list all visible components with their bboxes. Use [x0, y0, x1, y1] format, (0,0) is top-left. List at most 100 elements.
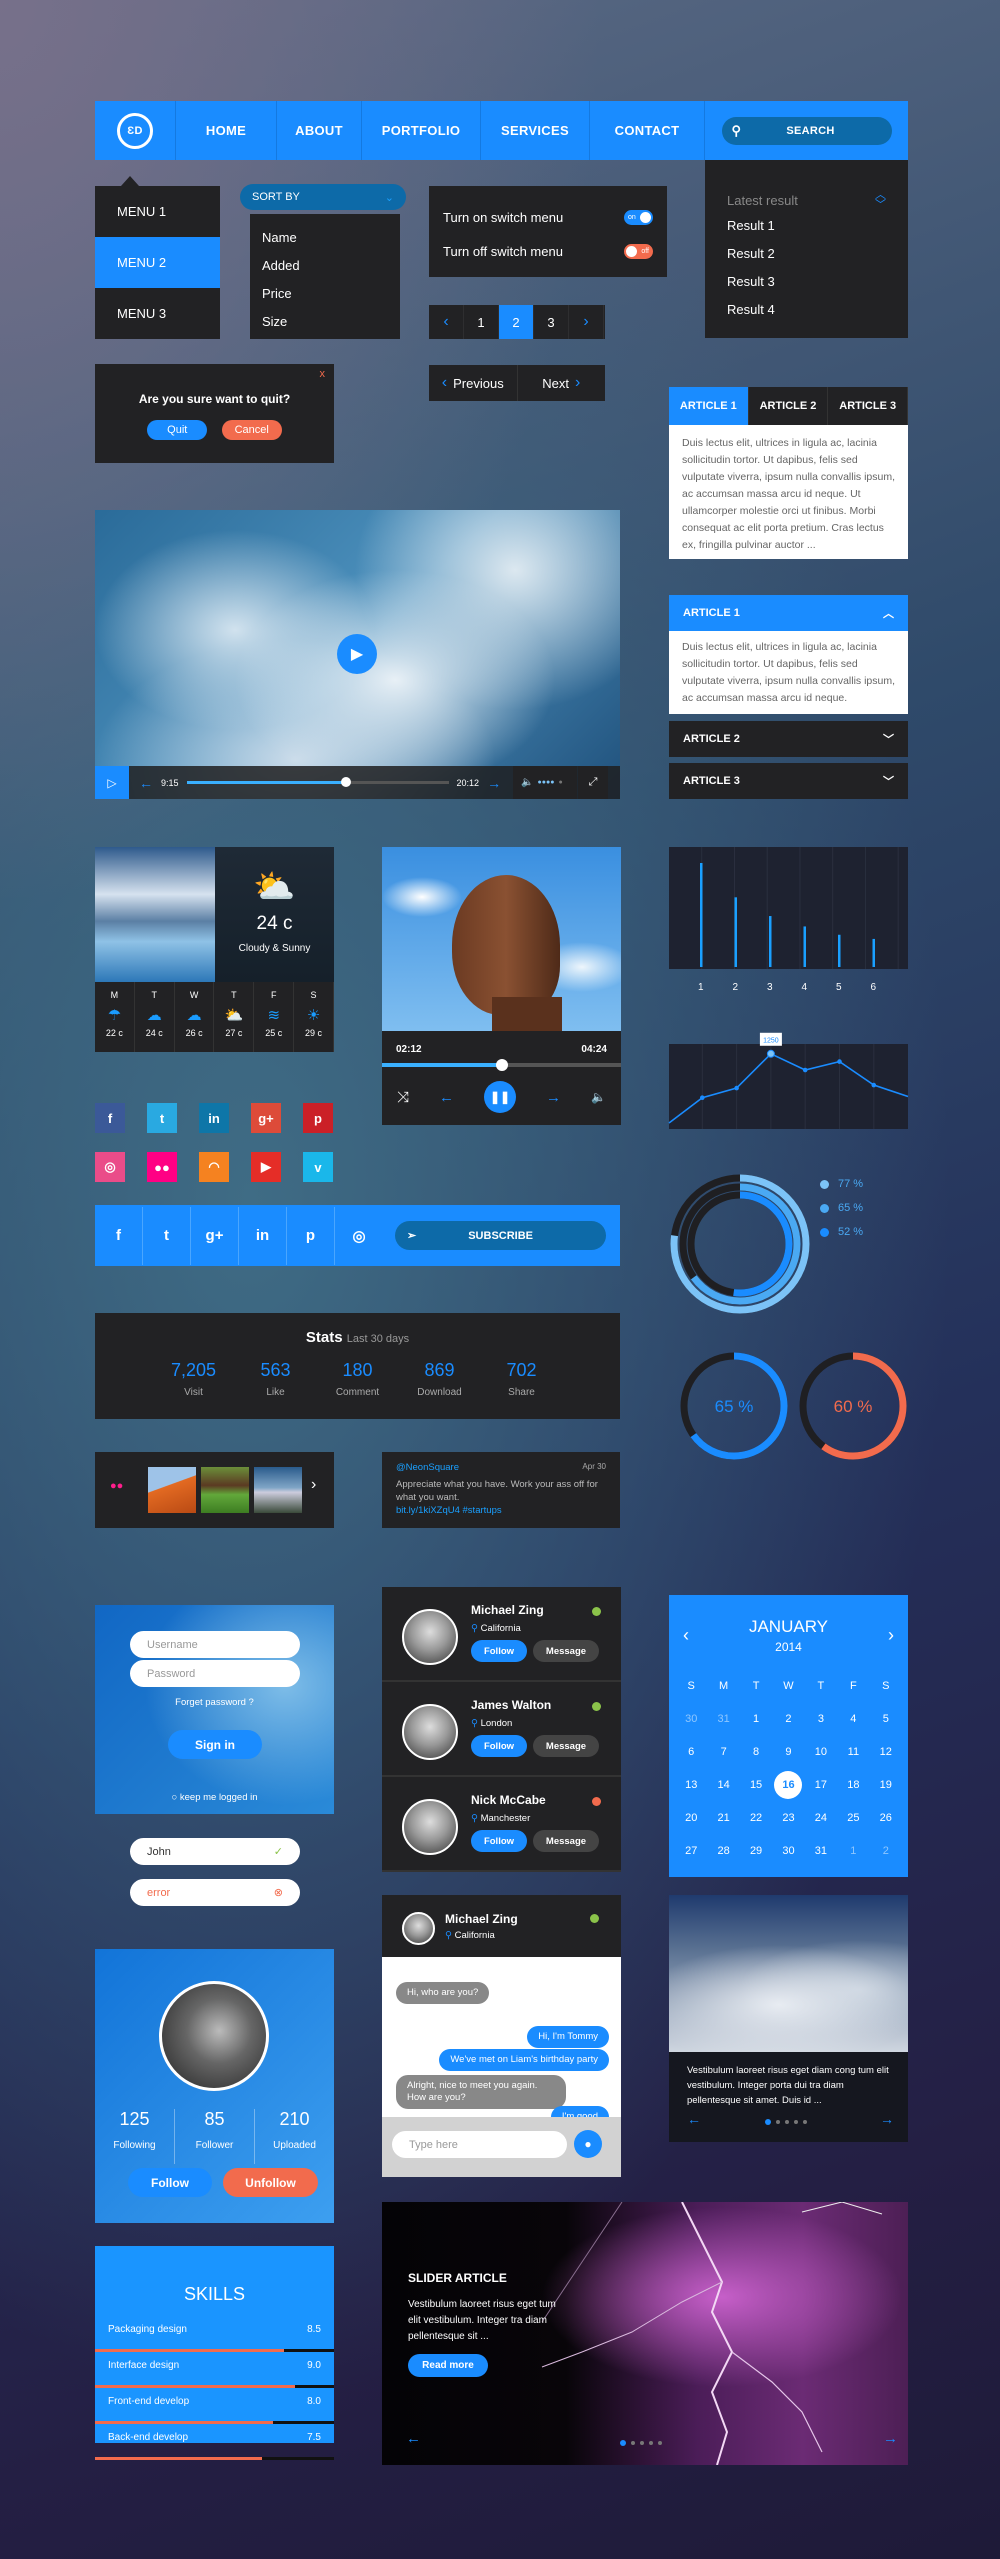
calendar-day[interactable]: 28	[707, 1835, 739, 1868]
username-field[interactable]: Username	[130, 1631, 300, 1658]
calendar-day[interactable]: 19	[870, 1769, 902, 1802]
gallery-thumb-desert[interactable]	[148, 1467, 196, 1513]
calendar-day[interactable]: 6	[675, 1736, 707, 1769]
slider-dot[interactable]	[649, 2441, 653, 2445]
result-item[interactable]: Result 2	[727, 246, 886, 274]
menu-item-2[interactable]: MENU 2	[95, 237, 220, 288]
dribbble-icon[interactable]: ◎	[95, 1152, 125, 1182]
fullscreen-icon[interactable]: ⤢	[578, 766, 609, 799]
calendar-day[interactable]: 2	[870, 1835, 902, 1868]
slider-dot[interactable]	[765, 2119, 771, 2125]
calendar-day[interactable]: 13	[675, 1769, 707, 1802]
search-input[interactable]: ⚲ SEARCH	[721, 116, 892, 145]
calendar-day[interactable]: 25	[837, 1802, 869, 1835]
share-pinterest-icon[interactable]: p	[287, 1206, 335, 1265]
remember-me-checkbox[interactable]: ○ keep me logged in	[95, 1792, 334, 1803]
unfollow-button[interactable]: Unfollow	[223, 2168, 318, 2197]
accordion-header-1[interactable]: ARTICLE 1 ︿	[669, 595, 908, 631]
page-next-button[interactable]: ›	[569, 305, 604, 339]
linkedin-icon[interactable]: in	[199, 1103, 229, 1133]
share-dribbble-icon[interactable]: ◎	[335, 1207, 383, 1265]
subscribe-button[interactable]: ➢ SUBSCRIBE	[395, 1221, 606, 1250]
next-track-icon[interactable]: →	[546, 1089, 561, 1106]
pinterest-icon[interactable]: p	[303, 1103, 333, 1133]
vimeo-icon[interactable]: v	[303, 1152, 333, 1182]
menu-item-1[interactable]: MENU 1	[95, 186, 220, 237]
chevron-right-icon[interactable]: ›	[311, 1476, 316, 1494]
toggle-switch[interactable]: on	[624, 209, 653, 225]
password-field[interactable]: Password	[130, 1660, 300, 1687]
calendar-day[interactable]: 7	[707, 1736, 739, 1769]
calendar-day[interactable]: 1	[740, 1703, 772, 1736]
calendar-day[interactable]: 11	[837, 1736, 869, 1769]
sort-option-price[interactable]: Price	[262, 280, 388, 308]
pause-button[interactable]: ❚❚	[484, 1081, 517, 1113]
follow-button[interactable]: Follow	[471, 1735, 527, 1757]
sort-by-select[interactable]: SORT BY ⌄	[240, 184, 406, 210]
tab-article-1[interactable]: ARTICLE 1	[669, 387, 749, 425]
follow-button[interactable]: Follow	[471, 1830, 527, 1852]
calendar-day[interactable]: 30	[772, 1835, 804, 1868]
tab-article-3[interactable]: ARTICLE 3	[828, 387, 909, 425]
arrow-left-icon[interactable]: ←	[687, 2111, 701, 2127]
nav-services[interactable]: SERVICES	[481, 101, 590, 160]
page-prev-button[interactable]: ‹	[429, 305, 464, 339]
gallery-thumb-mountains[interactable]	[254, 1467, 302, 1513]
calendar-day[interactable]: 17	[805, 1769, 837, 1802]
calendar-day[interactable]: 23	[772, 1802, 804, 1835]
nav-about[interactable]: ABOUT	[277, 101, 362, 160]
calendar-day[interactable]: 8	[740, 1736, 772, 1769]
calendar-day[interactable]: 30	[675, 1703, 707, 1736]
slider-dot[interactable]	[631, 2441, 635, 2445]
calendar-day[interactable]: 21	[707, 1802, 739, 1835]
play-toggle-button[interactable]: ▷	[95, 766, 129, 799]
calendar-day[interactable]: 2	[772, 1703, 804, 1736]
google-plus-icon[interactable]: g+	[251, 1103, 281, 1133]
slider-dot[interactable]	[803, 2120, 807, 2124]
tab-article-2[interactable]: ARTICLE 2	[749, 387, 829, 425]
message-button[interactable]: Message	[533, 1830, 599, 1852]
slider-dot[interactable]	[794, 2120, 798, 2124]
calendar-day[interactable]: 14	[707, 1769, 739, 1802]
nav-home[interactable]: HOME	[176, 101, 277, 160]
chat-input[interactable]: Type here	[392, 2131, 567, 2158]
name-field-error[interactable]: error ⊗	[130, 1879, 300, 1906]
shuffle-icon[interactable]: ⤨	[397, 1089, 409, 1106]
menu-item-3[interactable]: MENU 3	[95, 288, 220, 339]
previous-track-icon[interactable]: ←	[439, 1089, 454, 1106]
page-3-button[interactable]: 3	[534, 305, 569, 339]
rss-icon[interactable]: ◠	[199, 1152, 229, 1182]
calendar-day[interactable]: 20	[675, 1802, 707, 1835]
volume-control[interactable]: 🔈 ●●●● ●	[513, 766, 578, 799]
slider-dot[interactable]	[785, 2120, 789, 2124]
quit-button[interactable]: Quit	[147, 420, 208, 440]
forgot-password-link[interactable]: Forget password ?	[95, 1697, 334, 1708]
sort-option-name[interactable]: Name	[262, 224, 388, 252]
share-facebook-icon[interactable]: f	[95, 1206, 143, 1265]
toggle-switch[interactable]: off	[624, 243, 653, 259]
result-item[interactable]: Result 3	[727, 274, 886, 302]
sort-option-size[interactable]: Size	[262, 308, 388, 336]
calendar-day[interactable]: 5	[870, 1703, 902, 1736]
facebook-icon[interactable]: f	[95, 1103, 125, 1133]
calendar-day[interactable]: 27	[675, 1835, 707, 1868]
sign-in-button[interactable]: Sign in	[168, 1730, 262, 1759]
tweet-handle[interactable]: @NeonSquare	[396, 1462, 459, 1473]
result-item[interactable]: Result 1	[727, 218, 886, 246]
slider-dot[interactable]	[640, 2441, 644, 2445]
share-twitter-icon[interactable]: t	[143, 1206, 191, 1265]
slider-dot[interactable]	[620, 2440, 626, 2446]
calendar-day[interactable]: 22	[740, 1802, 772, 1835]
next-button[interactable]: Next ›	[518, 365, 606, 401]
calendar-day[interactable]: 16	[772, 1769, 804, 1802]
close-icon[interactable]: x	[320, 368, 326, 380]
share-linkedin-icon[interactable]: in	[239, 1206, 287, 1265]
accordion-header-2[interactable]: ARTICLE 2 ﹀	[669, 721, 908, 757]
result-item[interactable]: Result 4	[727, 302, 886, 330]
accordion-header-3[interactable]: ARTICLE 3 ﹀	[669, 763, 908, 799]
calendar-day[interactable]: 29	[740, 1835, 772, 1868]
follow-button[interactable]: Follow	[471, 1640, 527, 1662]
read-more-button[interactable]: Read more	[408, 2354, 488, 2377]
arrow-left-icon[interactable]: ←	[406, 2430, 421, 2447]
calendar-day[interactable]: 1	[837, 1835, 869, 1868]
